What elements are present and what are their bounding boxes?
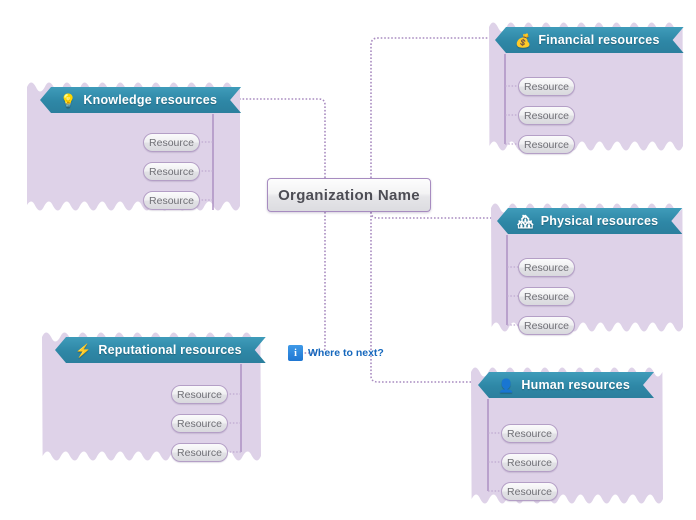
resource-node[interactable]: Resource	[501, 453, 558, 472]
resource-node[interactable]: Resource	[518, 316, 575, 335]
resource-node[interactable]: Resource	[518, 77, 575, 96]
branch-header-reputational[interactable]: ⚡ Reputational resources	[55, 337, 266, 363]
lightning-bolt-icon: ⚡	[75, 342, 92, 358]
resource-node[interactable]: Resource	[518, 258, 575, 277]
resource-label: Resource	[177, 388, 222, 401]
connector-financial	[370, 37, 495, 178]
resource-node[interactable]: Resource	[143, 162, 200, 181]
connector-knowledge	[236, 98, 326, 178]
houses-icon: 🏘	[517, 213, 534, 229]
where-to-next-label: Where to next?	[308, 347, 384, 359]
resource-node[interactable]: Resource	[143, 191, 200, 210]
resource-node[interactable]: Resource	[171, 385, 228, 404]
connector-where-to-next	[289, 212, 326, 354]
resource-label: Resource	[524, 290, 569, 303]
central-node-label: Organization Name	[278, 186, 420, 204]
info-icon: i	[288, 345, 303, 361]
branch-physical[interactable]: 🏘 Physical resources Resource Resource R…	[491, 199, 683, 336]
resource-label: Resource	[177, 417, 222, 430]
branch-header-human[interactable]: 👤 Human resources	[478, 372, 654, 398]
connector-physical	[370, 211, 497, 219]
branch-title: Financial resources	[538, 32, 660, 47]
resource-node[interactable]: Resource	[518, 135, 575, 154]
resource-label: Resource	[524, 80, 569, 93]
branch-header-knowledge[interactable]: 💡 Knowledge resources	[40, 87, 241, 113]
connector-human	[370, 212, 478, 383]
branch-knowledge[interactable]: 💡 Knowledge resources Resource Resource	[27, 78, 240, 215]
resource-label: Resource	[149, 165, 194, 178]
resource-label: Resource	[524, 261, 569, 274]
resource-node[interactable]: Resource	[171, 443, 228, 462]
resource-node[interactable]: Resource	[143, 133, 200, 152]
branch-title: Human resources	[521, 377, 630, 392]
resource-node[interactable]: Resource	[501, 424, 558, 443]
person-icon: 👤	[498, 377, 515, 393]
resource-label: Resource	[524, 109, 569, 122]
resource-label: Resource	[507, 456, 552, 469]
branch-title: Knowledge resources	[83, 92, 218, 107]
where-to-next-node[interactable]: i Where to next?	[288, 345, 384, 361]
resource-node[interactable]: Resource	[171, 414, 228, 433]
resource-node[interactable]: Resource	[501, 482, 558, 501]
resource-label: Resource	[524, 319, 569, 332]
branch-header-physical[interactable]: 🏘 Physical resources	[497, 208, 682, 234]
resource-node[interactable]: Resource	[518, 106, 575, 125]
resource-label: Resource	[524, 138, 569, 151]
resource-label: Resource	[177, 446, 222, 459]
branch-human[interactable]: 👤 Human resources Resource Resource Reso…	[471, 363, 663, 508]
mindmap-canvas: 💡 Knowledge resources Resource Resource	[0, 0, 696, 520]
resource-label: Resource	[149, 194, 194, 207]
branch-financial[interactable]: 💰 Financial resources Resource Resource …	[489, 18, 683, 155]
resource-node[interactable]: Resource	[518, 287, 575, 306]
money-bag-icon: 💰	[515, 32, 532, 48]
branch-reputational[interactable]: ⚡ Reputational resources Resource Resour…	[42, 328, 261, 465]
central-node[interactable]: Organization Name	[267, 178, 431, 212]
resource-label: Resource	[149, 136, 194, 149]
branch-title: Reputational resources	[98, 342, 242, 357]
resource-label: Resource	[507, 427, 552, 440]
lightbulb-icon: 💡	[60, 92, 77, 108]
resource-label: Resource	[507, 485, 552, 498]
branch-header-financial[interactable]: 💰 Financial resources	[495, 27, 684, 53]
branch-title: Physical resources	[540, 213, 659, 228]
